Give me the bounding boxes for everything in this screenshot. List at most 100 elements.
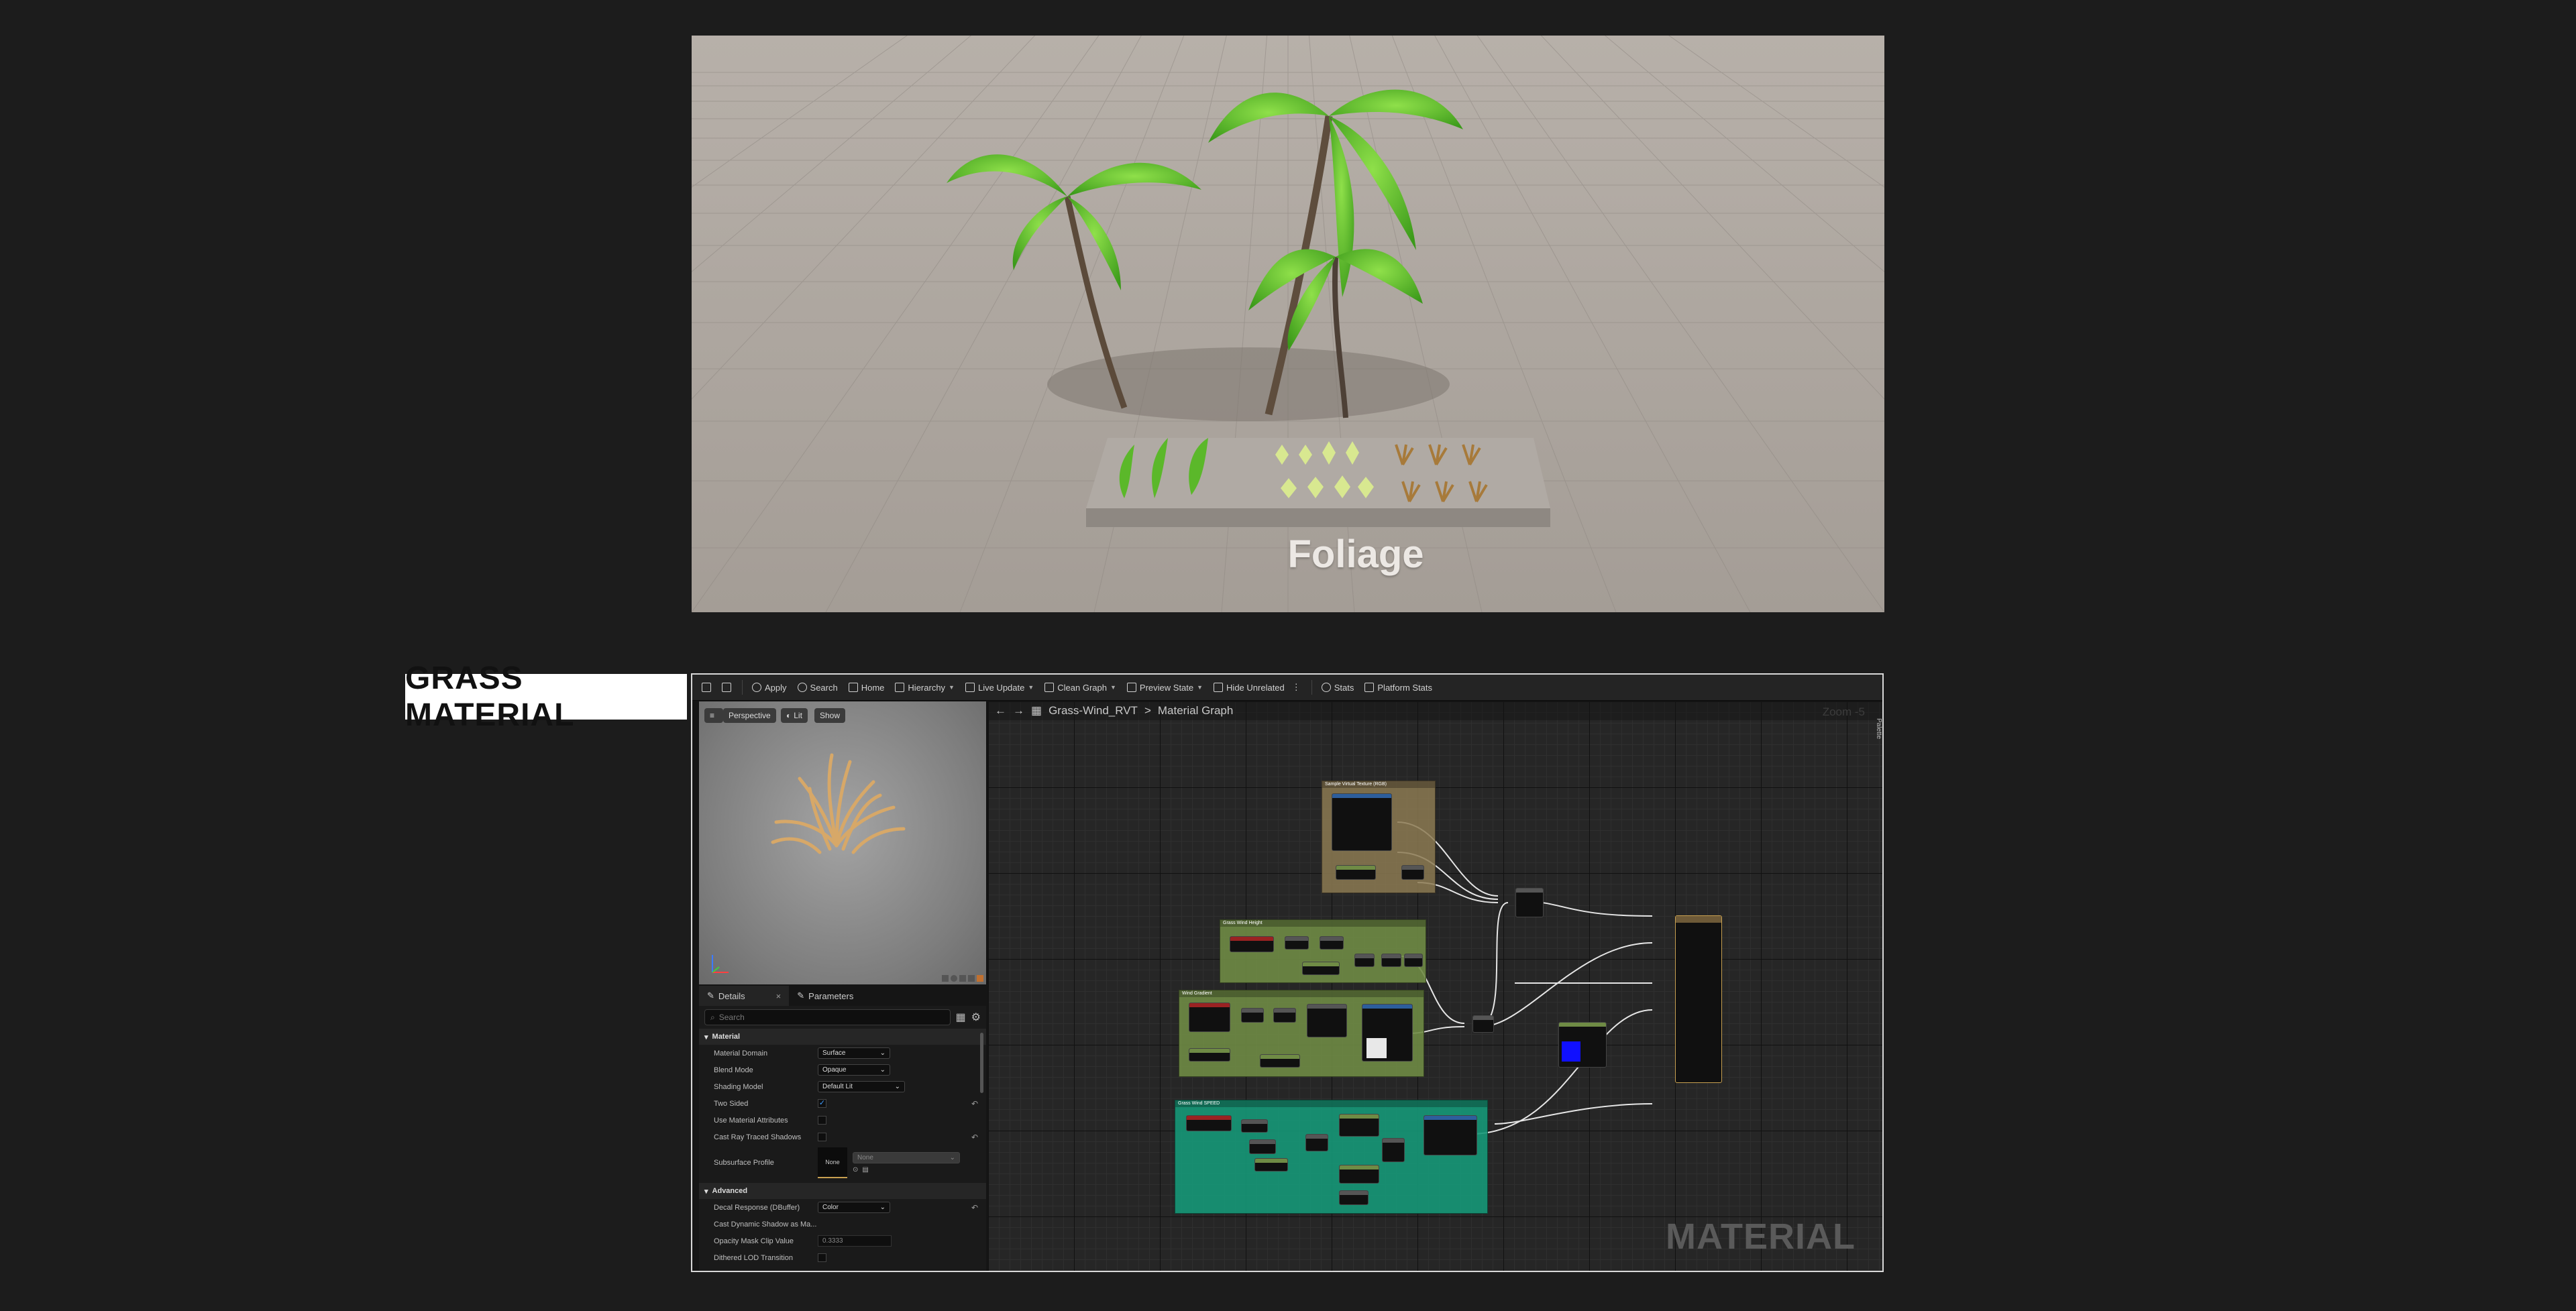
comment-grass-wind-height[interactable]: Grass Wind Height [1220, 919, 1426, 983]
category-advanced[interactable]: ▾ Advanced [699, 1183, 986, 1199]
param-node[interactable] [1254, 1158, 1288, 1172]
save-button[interactable] [702, 683, 711, 692]
dithered-lod-checkbox[interactable] [818, 1253, 826, 1262]
math-node[interactable] [1273, 1008, 1296, 1023]
math-node[interactable] [1381, 954, 1401, 967]
custom-mesh-icon[interactable] [977, 975, 983, 982]
param-node[interactable] [1339, 1165, 1379, 1184]
param-node[interactable] [1339, 1114, 1379, 1137]
math-node[interactable] [1305, 1134, 1328, 1151]
comment-title: Sample Virtual Texture (RGB) [1322, 781, 1435, 788]
chevron-down-icon: ⌄ [949, 1154, 955, 1161]
platform-stats-button[interactable]: Platform Stats [1364, 683, 1432, 693]
decal-response-dropdown[interactable]: Color ⌄ [818, 1202, 890, 1213]
param-node[interactable] [1186, 1115, 1232, 1131]
prop-label: Blend Mode [714, 1066, 753, 1074]
math-node[interactable] [1404, 954, 1423, 967]
home-button[interactable]: Home [848, 683, 884, 693]
plane-icon[interactable] [959, 975, 966, 982]
material-preview-viewport[interactable]: ≡ Perspective ◐ Lit Show [699, 701, 987, 984]
reset-icon[interactable]: ↶ [971, 1133, 978, 1142]
material-domain-dropdown[interactable]: Surface ⌄ [818, 1047, 890, 1059]
folder-icon[interactable]: ▤ [862, 1166, 868, 1174]
lerp-node[interactable] [1515, 888, 1544, 917]
param-node[interactable] [1230, 936, 1274, 952]
comment-grass-wind-speed[interactable]: Grass Wind SPEED [1175, 1100, 1488, 1214]
breadcrumb-graph[interactable]: Material Graph [1158, 704, 1233, 718]
comment-sample-virtual-texture[interactable]: Sample Virtual Texture (RGB) [1322, 781, 1436, 893]
blend-mode-dropdown[interactable]: Opaque ⌄ [818, 1064, 890, 1076]
more-options-icon[interactable]: ⋮ [1292, 682, 1301, 693]
preview-shape-buttons [942, 975, 983, 982]
apply-button[interactable]: Apply [752, 683, 787, 693]
cylinder-icon[interactable] [942, 975, 949, 982]
preview-state-dropdown[interactable]: Preview State ▼ [1126, 683, 1203, 693]
clean-graph-label: Clean Graph [1057, 682, 1107, 693]
breadcrumb-asset[interactable]: Grass-Wind_RVT [1049, 704, 1138, 718]
param-node[interactable] [1302, 962, 1340, 975]
forward-arrow-icon[interactable]: → [1013, 704, 1024, 718]
search-button[interactable]: Search [797, 683, 838, 693]
subsurface-profile-dropdown[interactable]: None ⌄ [853, 1152, 960, 1163]
close-icon[interactable]: × [776, 991, 782, 1001]
math-node[interactable] [1320, 936, 1344, 950]
category-material[interactable]: ▾ Material [699, 1029, 986, 1045]
chevron-down-icon: ⌄ [894, 1083, 900, 1090]
settings-icon[interactable]: ⚙ [971, 1011, 981, 1024]
browse-button[interactable] [722, 683, 731, 692]
multiply-node[interactable] [1472, 1015, 1494, 1033]
param-node[interactable] [1189, 1048, 1230, 1062]
hide-unrelated-button[interactable]: Hide Unrelated ⋮ [1214, 682, 1301, 693]
prop-shading-model: Shading Model Default Lit ⌄ [699, 1078, 986, 1095]
sphere-icon[interactable] [951, 975, 957, 982]
opacity-mask-clip-field[interactable]: 0.3333 [818, 1235, 892, 1247]
math-node[interactable] [1382, 1138, 1405, 1162]
math-node[interactable] [1285, 936, 1309, 950]
cube-icon[interactable] [968, 975, 975, 982]
math-node[interactable] [1339, 1190, 1368, 1205]
live-update-dropdown[interactable]: Live Update ▼ [965, 683, 1034, 693]
cast-ray-traced-shadows-checkbox[interactable] [818, 1133, 826, 1141]
palette-tab[interactable]: Palette [1872, 705, 1882, 752]
multiply-node[interactable] [1401, 865, 1424, 880]
texture-sample-node[interactable] [1362, 1004, 1413, 1062]
hide-unrelated-icon [1214, 683, 1224, 692]
subsurface-profile-thumbnail[interactable]: None [818, 1147, 847, 1178]
shading-model-dropdown[interactable]: Default Lit ⌄ [818, 1081, 905, 1092]
node-header [1405, 954, 1422, 958]
texture-sample-node[interactable] [1332, 793, 1392, 851]
category-advanced-label: Advanced [712, 1187, 748, 1195]
reset-icon[interactable]: ↶ [971, 1203, 978, 1212]
browse-to-asset-icon[interactable]: ⊙ [853, 1166, 858, 1174]
math-node[interactable] [1241, 1119, 1268, 1133]
use-material-attributes-checkbox[interactable] [818, 1116, 826, 1125]
search-icon [797, 683, 807, 692]
world-position-offset-node[interactable] [1424, 1115, 1477, 1155]
grid-view-icon[interactable]: ▦ [956, 1011, 966, 1024]
vector-param-node[interactable] [1558, 1022, 1607, 1068]
platform-stats-icon [1364, 683, 1375, 692]
tab-parameters[interactable]: ✎ Parameters [789, 986, 861, 1006]
back-arrow-icon[interactable]: ← [995, 704, 1006, 718]
two-sided-checkbox[interactable]: ✓ [818, 1099, 826, 1108]
clean-graph-dropdown[interactable]: Clean Graph ▼ [1044, 683, 1116, 693]
math-node[interactable] [1241, 1008, 1264, 1023]
node-header [1187, 1116, 1231, 1120]
math-node[interactable] [1249, 1139, 1276, 1154]
stats-button[interactable]: Stats [1321, 683, 1354, 693]
param-node[interactable] [1260, 1054, 1300, 1068]
param-node[interactable] [1189, 1003, 1230, 1032]
hierarchy-dropdown[interactable]: Hierarchy ▼ [895, 683, 955, 693]
live-update-label: Live Update [977, 682, 1025, 693]
details-search-input[interactable]: ⌕ Search [704, 1009, 951, 1025]
scalar-node[interactable] [1336, 865, 1376, 880]
dropdown-value: Opaque [822, 1066, 847, 1074]
material-output-node[interactable] [1675, 915, 1722, 1083]
color-swatch [1562, 1041, 1580, 1062]
math-node[interactable] [1354, 954, 1375, 967]
comment-wind-gradient[interactable]: Wind Gradient [1179, 990, 1424, 1077]
reset-icon[interactable]: ↶ [971, 1099, 978, 1108]
material-graph-canvas[interactable]: Sample Virtual Texture (RGB) Grass Wind … [988, 701, 1882, 1271]
tab-details[interactable]: ✎ Details × [699, 986, 790, 1006]
math-node[interactable] [1307, 1004, 1347, 1037]
